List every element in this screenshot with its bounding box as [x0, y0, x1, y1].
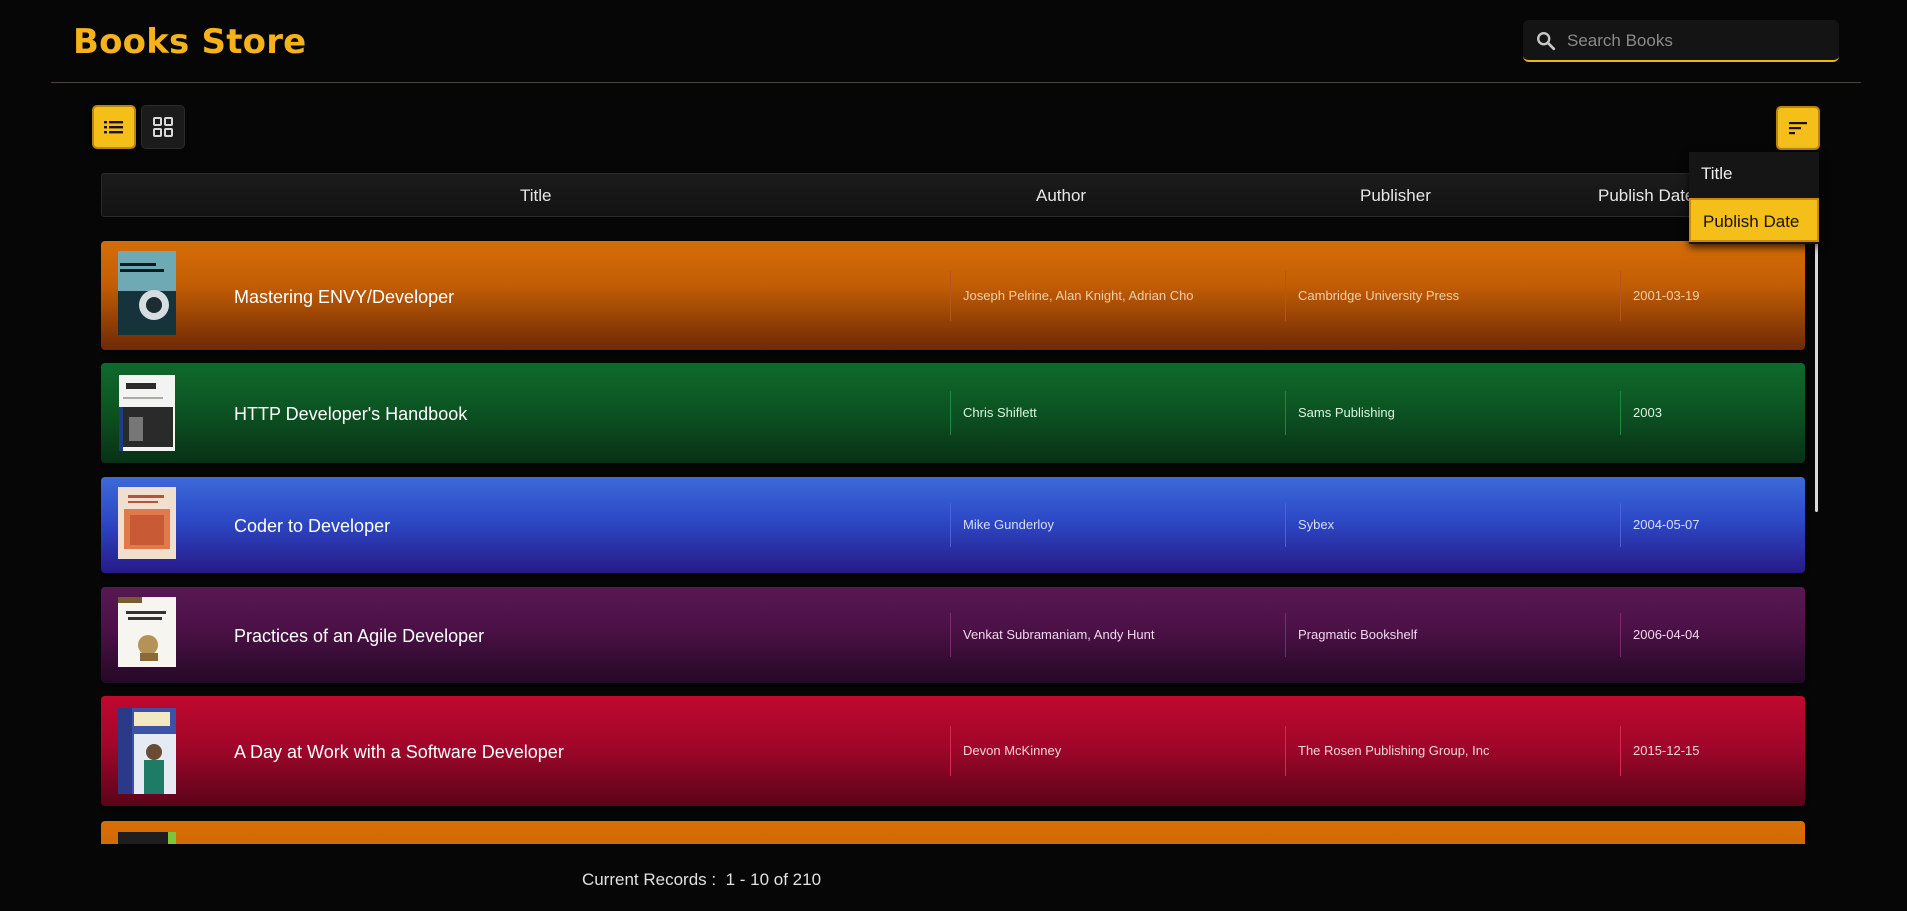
- book-cover-image: [118, 251, 176, 335]
- book-publish-date: 2006-04-04: [1633, 627, 1700, 642]
- search-box[interactable]: [1523, 20, 1839, 62]
- column-divider: [1620, 726, 1621, 776]
- app-header: Books Store: [51, 0, 1861, 83]
- book-title: Practices of an Agile Developer: [234, 626, 485, 646]
- scrollbar[interactable]: [1815, 240, 1818, 512]
- book-row[interactable]: Coder to Developer Mike Gunderloy Sybex …: [101, 477, 1805, 573]
- column-divider: [1620, 391, 1621, 435]
- column-divider: [950, 271, 951, 321]
- sort-option-publish-date[interactable]: Publish Date: [1689, 198, 1819, 242]
- book-cover-image: [118, 708, 176, 794]
- book-row[interactable]: [101, 821, 1805, 844]
- book-row[interactable]: Practices of an Agile Developer Venkat S…: [101, 587, 1805, 683]
- grid-view-button[interactable]: [141, 105, 185, 149]
- search-icon: [1537, 32, 1556, 51]
- book-publish-date: 2001-03-19: [1633, 288, 1700, 303]
- book-publisher: Pragmatic Bookshelf: [1298, 627, 1418, 642]
- column-divider: [1285, 391, 1286, 435]
- list-view-button[interactable]: [92, 105, 136, 149]
- column-divider: [1285, 271, 1286, 321]
- book-cover-image: [119, 375, 175, 451]
- column-divider: [950, 391, 951, 435]
- app-title: Books Store: [73, 22, 307, 62]
- sort-option-title[interactable]: Title: [1689, 152, 1819, 196]
- book-title: Coder to Developer: [234, 516, 391, 536]
- book-publisher: Cambridge University Press: [1298, 288, 1460, 303]
- column-divider: [1620, 271, 1621, 321]
- grid-view-icon: [153, 117, 173, 137]
- sort-menu: Title Publish Date: [1689, 152, 1819, 244]
- column-divider: [1620, 503, 1621, 547]
- column-divider: [1620, 613, 1621, 657]
- book-row[interactable]: A Day at Work with a Software Developer …: [101, 696, 1805, 806]
- column-header-publish-date[interactable]: Publish Date: [1598, 186, 1694, 206]
- book-cover-image: [118, 832, 176, 844]
- book-publisher: Sams Publishing: [1298, 405, 1395, 420]
- book-publish-date: 2015-12-15: [1633, 743, 1700, 758]
- search-input[interactable]: [1565, 26, 1829, 56]
- column-divider: [950, 503, 951, 547]
- column-divider: [1285, 613, 1286, 657]
- book-publisher: The Rosen Publishing Group, Inc: [1298, 743, 1490, 758]
- book-publisher: Sybex: [1298, 517, 1335, 532]
- book-author: Venkat Subramaniam, Andy Hunt: [963, 627, 1155, 642]
- book-title: Mastering ENVY/Developer: [234, 287, 455, 307]
- sort-icon: [1789, 122, 1807, 135]
- book-author: Devon McKinney: [963, 743, 1062, 758]
- book-cover-image: [118, 487, 176, 559]
- book-author: Mike Gunderloy: [963, 517, 1055, 532]
- sort-button[interactable]: [1776, 106, 1820, 150]
- column-header-author[interactable]: Author: [1036, 186, 1086, 206]
- book-author: Chris Shiflett: [963, 405, 1037, 420]
- column-divider: [950, 613, 951, 657]
- column-divider: [1285, 503, 1286, 547]
- book-row[interactable]: Mastering ENVY/Developer Joseph Pelrine,…: [101, 241, 1805, 350]
- book-list: Mastering ENVY/Developer Joseph Pelrine,…: [101, 240, 1817, 844]
- list-view-icon: [104, 121, 123, 134]
- table-header: Title Author Publisher Publish Date: [101, 173, 1805, 217]
- book-author: Joseph Pelrine, Alan Knight, Adrian Cho: [963, 288, 1194, 303]
- records-counter: Current Records : 1 - 10 of 210: [0, 870, 1403, 890]
- book-cover-image: [118, 597, 176, 667]
- book-row[interactable]: HTTP Developer's Handbook Chris Shiflett…: [101, 363, 1805, 463]
- column-divider: [1285, 726, 1286, 776]
- book-title: HTTP Developer's Handbook: [234, 404, 468, 424]
- book-publish-date: 2003: [1633, 405, 1662, 420]
- records-label: Current Records :: [581, 870, 717, 889]
- column-header-publisher[interactable]: Publisher: [1360, 186, 1431, 206]
- records-range: 1 - 10 of 210: [725, 870, 822, 889]
- column-header-title[interactable]: Title: [520, 186, 552, 206]
- book-publish-date: 2004-05-07: [1633, 517, 1700, 532]
- book-title: A Day at Work with a Software Developer: [234, 742, 564, 762]
- column-divider: [950, 726, 951, 776]
